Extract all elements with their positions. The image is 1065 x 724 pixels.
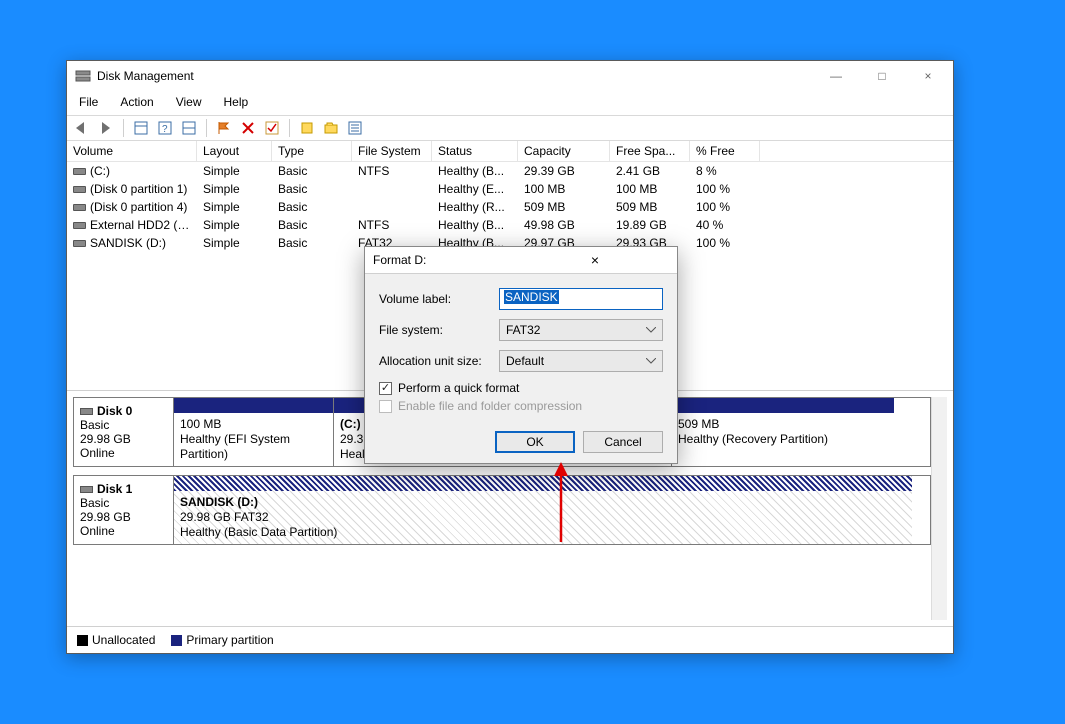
drive-icon: [73, 204, 86, 211]
titlebar[interactable]: Disk Management — □ ×: [67, 61, 953, 91]
forward-icon[interactable]: [97, 119, 115, 137]
dialog-titlebar[interactable]: Format D: ×: [365, 247, 677, 274]
partition[interactable]: 509 MBHealthy (Recovery Partition): [672, 398, 894, 466]
svg-text:?: ?: [162, 124, 168, 135]
view2-icon[interactable]: [180, 119, 198, 137]
check-icon[interactable]: [263, 119, 281, 137]
delete-icon[interactable]: [239, 119, 257, 137]
col-status[interactable]: Status: [432, 141, 518, 161]
disk-info[interactable]: Disk 0Basic29.98 GBOnline: [74, 398, 174, 466]
quick-format-checkbox[interactable]: Perform a quick format: [379, 381, 663, 395]
disk-icon: [80, 486, 93, 493]
window-title: Disk Management: [97, 69, 813, 83]
legend-primary: Primary partition: [171, 633, 273, 647]
volume-row[interactable]: External HDD2 (E:)SimpleBasicNTFSHealthy…: [67, 216, 953, 234]
toolbar: ?: [67, 115, 953, 141]
drive-icon: [73, 222, 86, 229]
back-icon[interactable]: [73, 119, 91, 137]
menubar: File Action View Help: [67, 91, 953, 115]
legend-unallocated: Unallocated: [77, 633, 155, 647]
col-fs[interactable]: File System: [352, 141, 432, 161]
disk-info[interactable]: Disk 1Basic29.98 GBOnline: [74, 476, 174, 544]
col-layout[interactable]: Layout: [197, 141, 272, 161]
label-allocation: Allocation unit size:: [379, 354, 499, 368]
chevron-down-icon: [646, 358, 656, 364]
close-button[interactable]: ×: [905, 62, 951, 90]
menu-file[interactable]: File: [75, 93, 102, 111]
col-type[interactable]: Type: [272, 141, 352, 161]
legend: Unallocated Primary partition: [67, 626, 953, 653]
col-capacity[interactable]: Capacity: [518, 141, 610, 161]
minimize-button[interactable]: —: [813, 62, 859, 90]
label-volume: Volume label:: [379, 292, 499, 306]
label-filesystem: File system:: [379, 323, 499, 337]
volume-row[interactable]: (Disk 0 partition 4)SimpleBasicHealthy (…: [67, 198, 953, 216]
disk-icon: [80, 408, 93, 415]
format-dialog: Format D: × Volume label: SANDISK File s…: [364, 246, 678, 464]
scrollbar[interactable]: [931, 397, 947, 620]
checkbox-icon: [379, 382, 392, 395]
drive-icon: [73, 168, 86, 175]
menu-view[interactable]: View: [172, 93, 206, 111]
app-icon: [75, 68, 91, 84]
disk-row: Disk 1Basic29.98 GBOnlineSANDISK (D:)29.…: [73, 475, 931, 545]
volume-label-input[interactable]: SANDISK: [499, 288, 663, 310]
list-header: Volume Layout Type File System Status Ca…: [67, 141, 953, 162]
maximize-button[interactable]: □: [859, 62, 905, 90]
new-icon[interactable]: [298, 119, 316, 137]
ok-button[interactable]: OK: [495, 431, 575, 453]
filesystem-combo[interactable]: FAT32: [499, 319, 663, 341]
menu-action[interactable]: Action: [116, 93, 157, 111]
flag-icon[interactable]: [215, 119, 233, 137]
drive-icon: [73, 240, 86, 247]
volume-row[interactable]: (Disk 0 partition 1)SimpleBasicHealthy (…: [67, 180, 953, 198]
col-pct[interactable]: % Free: [690, 141, 760, 161]
partition[interactable]: SANDISK (D:)29.98 GB FAT32Healthy (Basic…: [174, 476, 912, 544]
chevron-down-icon: [646, 327, 656, 333]
dialog-close-button[interactable]: ×: [521, 252, 669, 268]
cancel-button[interactable]: Cancel: [583, 431, 663, 453]
allocation-combo[interactable]: Default: [499, 350, 663, 372]
compression-checkbox: Enable file and folder compression: [379, 399, 663, 413]
volume-row[interactable]: (C:)SimpleBasicNTFSHealthy (B...29.39 GB…: [67, 162, 953, 180]
menu-help[interactable]: Help: [220, 93, 253, 111]
drive-icon: [73, 186, 86, 193]
partition[interactable]: 100 MBHealthy (EFI System Partition): [174, 398, 334, 466]
view1-icon[interactable]: [132, 119, 150, 137]
help-icon[interactable]: ?: [156, 119, 174, 137]
checkbox-icon: [379, 400, 392, 413]
dialog-title: Format D:: [373, 253, 521, 267]
open-icon[interactable]: [322, 119, 340, 137]
col-volume[interactable]: Volume: [67, 141, 197, 161]
col-free[interactable]: Free Spa...: [610, 141, 690, 161]
list-icon[interactable]: [346, 119, 364, 137]
